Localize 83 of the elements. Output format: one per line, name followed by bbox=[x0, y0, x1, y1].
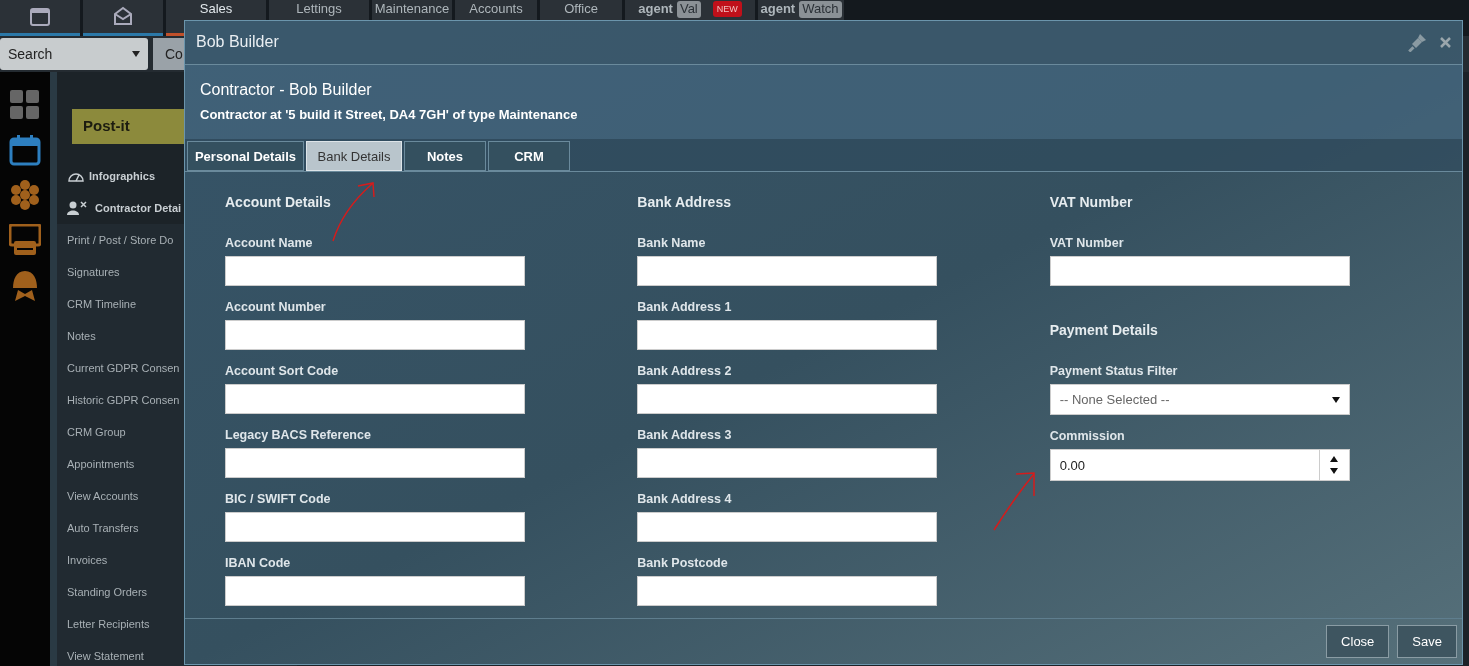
hard-hat-icon[interactable] bbox=[12, 270, 38, 302]
text-input[interactable] bbox=[1049, 256, 1350, 287]
section-title: Bank Address bbox=[637, 193, 732, 213]
field-label: Bank Postcode bbox=[637, 555, 729, 573]
close-button[interactable]: Close bbox=[1326, 625, 1390, 659]
field-label: IBAN Code bbox=[225, 555, 292, 573]
text-input[interactable] bbox=[637, 256, 938, 287]
mail-nav-button[interactable] bbox=[83, 0, 163, 36]
dialog-heading: Contractor - Bob Builder bbox=[200, 80, 373, 101]
annotation-arrow bbox=[330, 180, 378, 243]
sidebar-item[interactable]: Auto Transfers bbox=[67, 519, 139, 537]
tab[interactable]: Notes bbox=[404, 141, 486, 172]
section-title: Payment Details bbox=[1049, 321, 1159, 341]
text-input[interactable] bbox=[637, 320, 938, 351]
field-label: VAT Number bbox=[1049, 235, 1125, 253]
text-input[interactable] bbox=[225, 448, 525, 479]
save-button[interactable]: Save bbox=[1397, 625, 1457, 659]
envelope-icon bbox=[113, 6, 133, 26]
payment-terminal-icon[interactable] bbox=[9, 224, 41, 256]
section-title: Account Details bbox=[225, 193, 332, 213]
field-label: BIC / SWIFT Code bbox=[225, 491, 332, 509]
nav-label: agent bbox=[638, 1, 673, 17]
calendar-icon bbox=[30, 6, 50, 26]
tab[interactable]: Bank Details bbox=[306, 141, 402, 172]
tab[interactable]: CRM bbox=[488, 141, 570, 172]
field-label: Bank Name bbox=[637, 235, 707, 253]
sidebar-item[interactable]: Contractor Detai bbox=[95, 199, 182, 217]
text-input[interactable] bbox=[225, 384, 525, 415]
dialog-subheading: Contractor at '5 build it Street, DA4 7GH' of type Maintenance bbox=[200, 106, 579, 125]
field-label: Account Name bbox=[225, 235, 314, 253]
sidebar-item[interactable]: Letter Recipients bbox=[67, 615, 150, 633]
field-label: Bank Address 1 bbox=[637, 299, 733, 317]
select-value: -- None Selected -- bbox=[1059, 391, 1170, 410]
field-label: Commission bbox=[1049, 428, 1126, 446]
search-dropdown[interactable]: Search bbox=[0, 38, 148, 70]
sidebar-item[interactable]: View Statement bbox=[67, 647, 144, 665]
new-badge: NEW bbox=[712, 1, 742, 17]
text-input[interactable] bbox=[637, 448, 938, 479]
search-value: Search bbox=[8, 44, 53, 64]
nav-label: agent bbox=[760, 1, 796, 17]
hexagon-cluster-icon[interactable] bbox=[10, 180, 40, 210]
caret-icon bbox=[132, 51, 140, 57]
sidebar-item[interactable]: Print / Post / Store Do bbox=[67, 231, 174, 249]
text-input[interactable] bbox=[637, 576, 938, 607]
sidebar-item[interactable]: Historic GDPR Consen bbox=[67, 391, 180, 409]
field-label: Account Sort Code bbox=[225, 363, 340, 381]
gauge-icon bbox=[67, 170, 85, 182]
calendar-icon[interactable] bbox=[9, 134, 41, 166]
field-label: Bank Address 2 bbox=[637, 363, 733, 381]
text-input[interactable] bbox=[225, 512, 525, 543]
text-input[interactable] bbox=[637, 384, 938, 415]
pin-icon[interactable] bbox=[1408, 32, 1428, 53]
sidebar-item[interactable]: Signatures bbox=[67, 263, 120, 281]
sidebar-item[interactable]: Infographics bbox=[89, 167, 155, 185]
spin-arrows-icon bbox=[1330, 456, 1339, 475]
field-label: Bank Address 3 bbox=[637, 427, 733, 445]
tab[interactable]: Personal Details bbox=[187, 141, 304, 172]
field-label: Bank Address 4 bbox=[637, 491, 733, 509]
sidebar-item[interactable]: Current GDPR Consen bbox=[67, 359, 180, 377]
user-tools-icon bbox=[67, 201, 89, 215]
caret-icon bbox=[1331, 396, 1340, 403]
sidebar-item[interactable]: Standing Orders bbox=[67, 583, 148, 601]
sidebar-item[interactable]: CRM Timeline bbox=[67, 295, 137, 313]
text-input[interactable] bbox=[225, 256, 525, 287]
field-label: Account Number bbox=[225, 299, 327, 317]
field-label: Payment Status Filter bbox=[1049, 363, 1179, 381]
field-label: Legacy BACS Reference bbox=[225, 427, 372, 445]
text-input[interactable] bbox=[225, 576, 525, 607]
calendar-nav-button[interactable] bbox=[0, 0, 80, 36]
sidebar-item[interactable]: Invoices bbox=[67, 551, 108, 569]
text-input[interactable] bbox=[225, 320, 525, 351]
number-field[interactable]: 0.00 bbox=[1049, 449, 1350, 482]
text-input[interactable] bbox=[637, 512, 938, 543]
sidebar-item[interactable]: Appointments bbox=[67, 455, 135, 473]
select-field[interactable]: -- None Selected -- bbox=[1049, 384, 1350, 416]
sidebar-item[interactable]: Notes bbox=[67, 327, 96, 345]
sidebar-item[interactable]: View Accounts bbox=[67, 487, 139, 505]
nav-tag: Watch bbox=[799, 1, 842, 18]
sidebar-item[interactable]: CRM Group bbox=[67, 423, 126, 441]
section-title: VAT Number bbox=[1049, 193, 1134, 213]
grid-icon[interactable] bbox=[10, 90, 40, 120]
nav-tag: Val bbox=[676, 1, 701, 18]
close-icon[interactable] bbox=[1440, 36, 1451, 48]
